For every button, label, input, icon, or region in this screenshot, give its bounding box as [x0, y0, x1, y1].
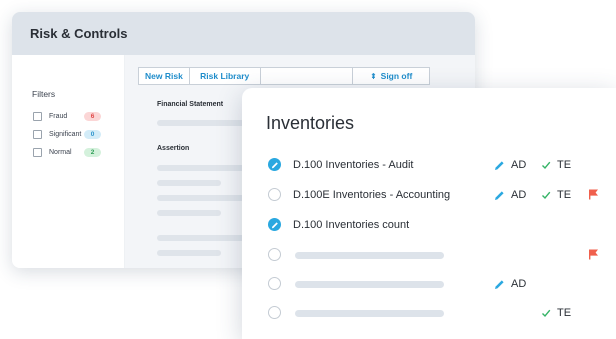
inventories-panel: Inventories D.100 Inventories - Audit AD… — [242, 88, 616, 339]
ad-label: AD — [511, 189, 527, 201]
te-signoff[interactable]: TE — [541, 188, 571, 202]
check-circle-icon[interactable] — [268, 218, 281, 231]
empty-circle-icon[interactable] — [268, 306, 281, 319]
list-item[interactable]: AD — [268, 277, 608, 291]
financial-statement-heading: Financial Statement — [157, 101, 224, 108]
te-signoff[interactable]: TE — [541, 306, 571, 320]
placeholder-bar — [157, 180, 221, 186]
panel-header: Risk & Controls — [12, 12, 475, 55]
panel-title: Risk & Controls — [30, 26, 128, 41]
count-badge: 6 — [84, 112, 101, 121]
list-item[interactable]: D.100 Inventories count — [268, 218, 608, 232]
te-label: TE — [557, 159, 572, 171]
ad-signoff[interactable]: AD — [494, 188, 526, 202]
toolbar: New Risk Risk Library ⇞ Sign off — [138, 67, 430, 85]
list-item[interactable]: D.100E Inventories - Accounting AD TE — [268, 188, 608, 202]
flag-icon[interactable] — [588, 189, 599, 200]
filters-sidebar: Filters Fraud 6 Significant 0 Normal 2 — [12, 55, 125, 268]
placeholder-bar — [295, 252, 444, 259]
toolbar-empty-slot — [261, 68, 354, 84]
sign-off-label: Sign off — [380, 71, 413, 81]
checkmark-icon — [542, 309, 551, 318]
inventories-title: Inventories — [266, 113, 355, 133]
pencil-icon — [495, 190, 504, 200]
assertion-heading: Assertion — [157, 145, 190, 152]
pencil-icon — [495, 279, 504, 289]
ad-signoff[interactable]: AD — [494, 277, 526, 291]
pencil-icon — [495, 160, 504, 170]
item-label: D.100 Inventories count — [293, 219, 410, 231]
placeholder-bar — [157, 235, 253, 241]
placeholder-bar — [157, 120, 253, 126]
risk-library-button[interactable]: Risk Library — [190, 68, 261, 84]
check-circle-icon[interactable] — [268, 158, 281, 171]
flag-icon[interactable] — [588, 249, 599, 260]
sign-off-button[interactable]: ⇞ Sign off — [353, 68, 429, 84]
empty-circle-icon[interactable] — [268, 188, 281, 201]
list-item[interactable] — [268, 248, 608, 262]
item-label: D.100E Inventories - Accounting — [293, 189, 451, 201]
filters-heading: Filters — [32, 89, 56, 99]
placeholder-bar — [157, 195, 253, 201]
sign-off-icon: ⇞ — [369, 71, 377, 81]
ad-label: AD — [511, 278, 527, 290]
placeholder-bar — [157, 210, 221, 216]
checkbox-icon[interactable] — [33, 129, 42, 139]
te-label: TE — [557, 307, 572, 319]
te-label: TE — [557, 189, 572, 201]
placeholder-bar — [295, 310, 444, 317]
list-item[interactable]: TE — [268, 306, 608, 320]
checkbox-icon[interactable] — [33, 111, 42, 121]
new-risk-button[interactable]: New Risk — [139, 68, 190, 84]
placeholder-bar — [157, 165, 253, 171]
checkmark-icon — [542, 191, 551, 200]
list-item[interactable]: D.100 Inventories - Audit AD TE — [268, 158, 608, 172]
placeholder-bar — [157, 250, 221, 256]
placeholder-bar — [295, 281, 444, 288]
empty-circle-icon[interactable] — [268, 248, 281, 261]
te-signoff[interactable]: TE — [541, 158, 571, 172]
checkbox-icon[interactable] — [33, 147, 42, 157]
empty-circle-icon[interactable] — [268, 277, 281, 290]
count-badge: 2 — [84, 148, 101, 157]
item-label: D.100 Inventories - Audit — [293, 159, 414, 171]
count-badge: 0 — [84, 130, 101, 139]
ad-label: AD — [511, 159, 527, 171]
checkmark-icon — [542, 161, 551, 170]
ad-signoff[interactable]: AD — [494, 158, 526, 172]
